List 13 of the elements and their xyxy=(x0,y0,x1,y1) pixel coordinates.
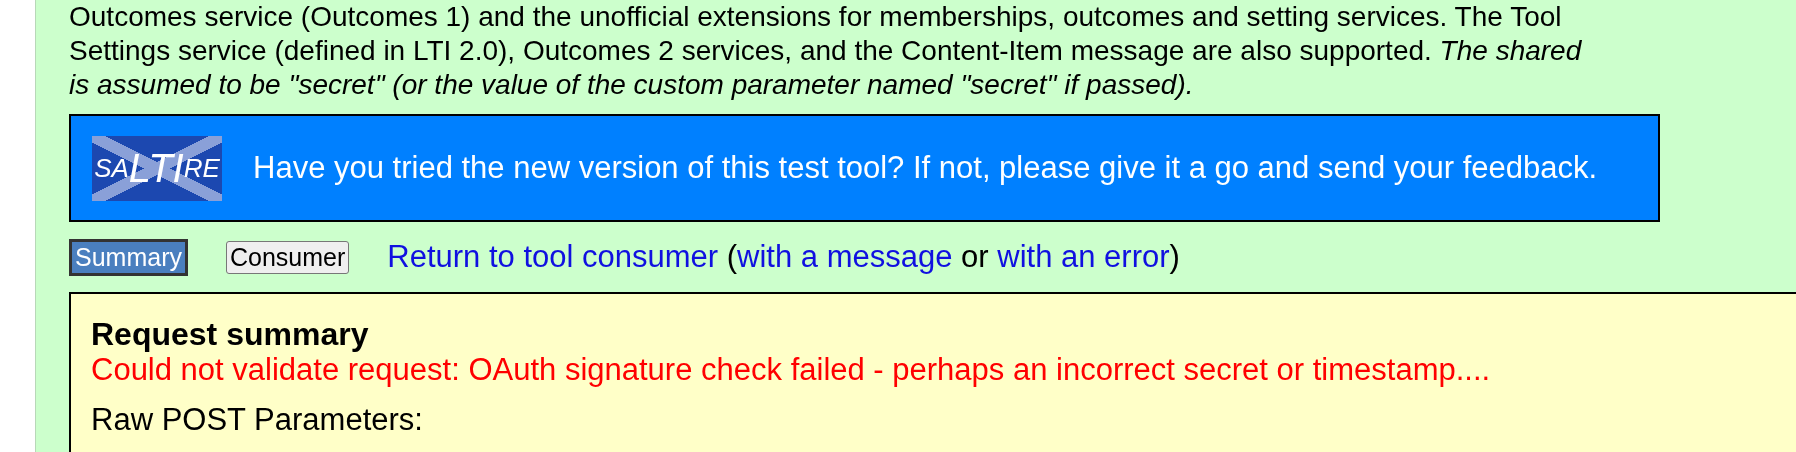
link[interactable]: Return to tool consumer xyxy=(387,239,719,274)
parameters-label: Raw POST Parameters: xyxy=(91,402,424,438)
link[interactable]: with a message xyxy=(737,239,953,274)
section-title: Request summary xyxy=(91,316,370,352)
banner-message: Have you tried the new version of this test tool? If not, please give it a go and send your feedback. xyxy=(253,150,1598,186)
return-links-text: Return to tool consumer (with a message or with an error) xyxy=(387,239,1180,275)
description-text: Outcomes service (Outcomes 1) and the unofficial extensions for memberships, outcomes and setting services. The Tool xyxy=(69,0,1563,34)
tab-button[interactable]: Summary xyxy=(69,238,188,276)
link[interactable]: with an error xyxy=(997,239,1170,274)
error-message: Could not validate request: OAuth signature check failed - perhaps an incorrect secret or timestamp.... xyxy=(91,352,1492,388)
description-text: Settings service (defined in LTI 2.0), Outcomes 2 services, and the Content-Item message are also supported. The shared xyxy=(69,34,1583,68)
tab-button[interactable]: Consumer xyxy=(225,240,350,274)
description-text: is assumed to be "secret" (or the value of the custom parameter named "secret" if passed). xyxy=(69,68,1195,102)
